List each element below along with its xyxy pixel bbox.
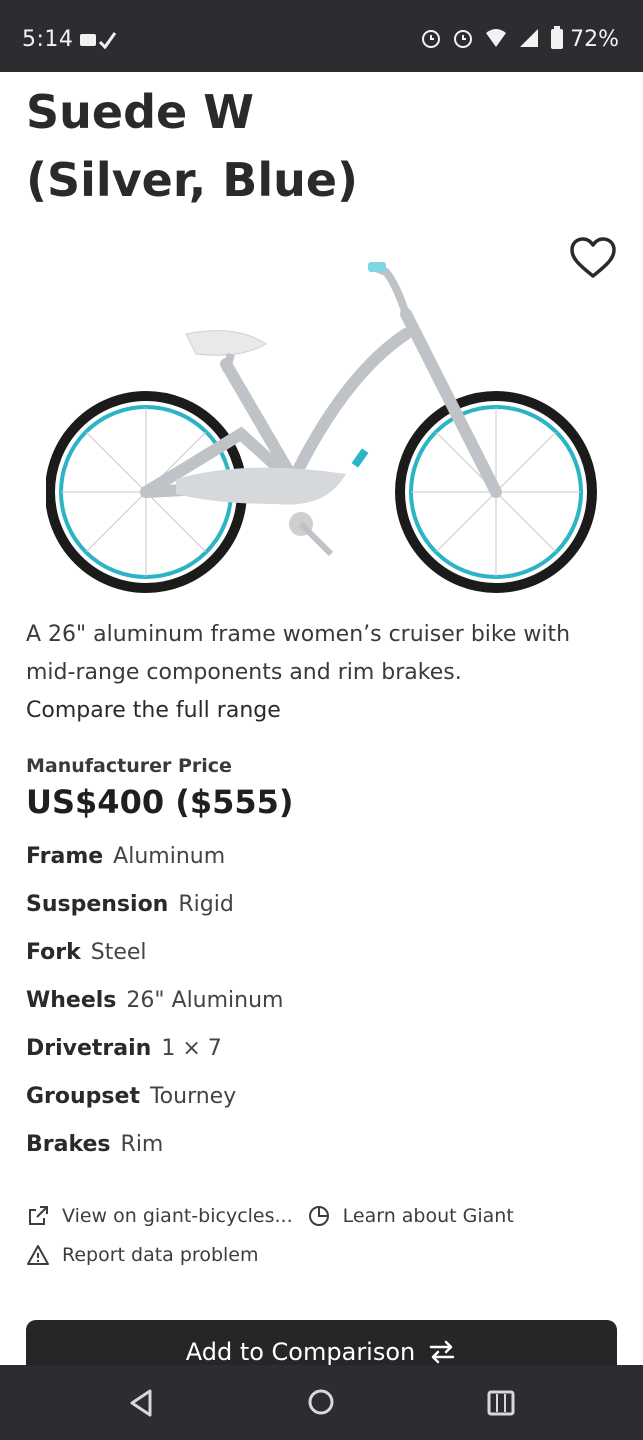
spec-key: Brakes [26, 1132, 111, 1157]
home-icon[interactable] [306, 1387, 336, 1417]
spec-row-wheels: Wheels 26" Aluminum [26, 982, 616, 1030]
price-value: US$400 ($555) [26, 783, 294, 821]
spec-key: Frame [26, 844, 104, 869]
system-icons [420, 26, 564, 50]
product-image [45, 254, 598, 594]
price-label: Manufacturer Price [26, 755, 232, 777]
signal-icon [520, 29, 538, 47]
notification-icons [78, 28, 117, 56]
product-description: A 26" aluminum frame women’s cruiser bik… [26, 622, 571, 685]
alarm-icon-2 [454, 30, 472, 48]
status-bar: 5:14 72% [0, 0, 643, 72]
spec-list: Frame Aluminum Suspension Rigid Fork Steel … [26, 838, 616, 1174]
recent-apps-icon[interactable] [486, 1390, 516, 1416]
battery-icon [551, 26, 563, 49]
add-to-comparison-label: Add to Comparison [185, 1338, 416, 1366]
wifi-icon [486, 29, 506, 47]
status-time: 5:14 [22, 27, 74, 52]
spec-value: Rigid [178, 892, 234, 917]
view-on-site-label: View on giant-bicycles... [62, 1205, 293, 1227]
compare-range-link[interactable]: Compare the full range [26, 692, 281, 730]
spec-key: Fork [26, 940, 81, 965]
spec-key: Wheels [26, 988, 117, 1013]
spec-value: 1 × 7 [161, 1036, 222, 1061]
spec-row-brakes: Brakes Rim [26, 1126, 616, 1174]
spec-row-drivetrain: Drivetrain 1 × 7 [26, 1030, 616, 1078]
spec-value: Aluminum [113, 844, 226, 869]
link-row: View on giant-bicycles... Learn about Gi… [26, 1198, 616, 1234]
report-problem-link[interactable]: Report data problem [26, 1243, 258, 1267]
spec-row-suspension: Suspension Rigid [26, 886, 616, 934]
learn-about-brand-label: Learn about Giant [342, 1205, 514, 1227]
spec-key: Drivetrain [26, 1036, 152, 1061]
spec-value: 26" Aluminum [126, 988, 284, 1013]
spec-row-frame: Frame Aluminum [26, 838, 616, 886]
learn-about-brand-link[interactable]: Learn about Giant [307, 1204, 514, 1228]
spec-value: Rim [120, 1132, 164, 1157]
spec-key: Suspension [26, 892, 169, 917]
pie-chart-icon [308, 1206, 329, 1226]
spec-value: Tourney [149, 1084, 237, 1109]
alarm-icon [422, 30, 440, 48]
title-line-1: Suede W [26, 85, 254, 139]
spec-value: Steel [90, 940, 147, 965]
external-link-icon [29, 1206, 48, 1225]
view-on-site-link[interactable]: View on giant-bicycles... [26, 1204, 293, 1228]
swap-arrows-icon [430, 1340, 455, 1364]
warning-icon [27, 1245, 49, 1265]
back-icon[interactable] [128, 1389, 154, 1417]
page-title: Suede W (Silver, Blue) [26, 78, 586, 214]
battery-percentage: 72% [570, 27, 619, 52]
title-line-2: (Silver, Blue) [26, 153, 359, 207]
report-problem-label: Report data problem [62, 1244, 259, 1266]
spec-row-groupset: Groupset Tourney [26, 1078, 616, 1126]
spec-row-fork: Fork Steel [26, 934, 616, 982]
spec-key: Groupset [26, 1084, 140, 1109]
